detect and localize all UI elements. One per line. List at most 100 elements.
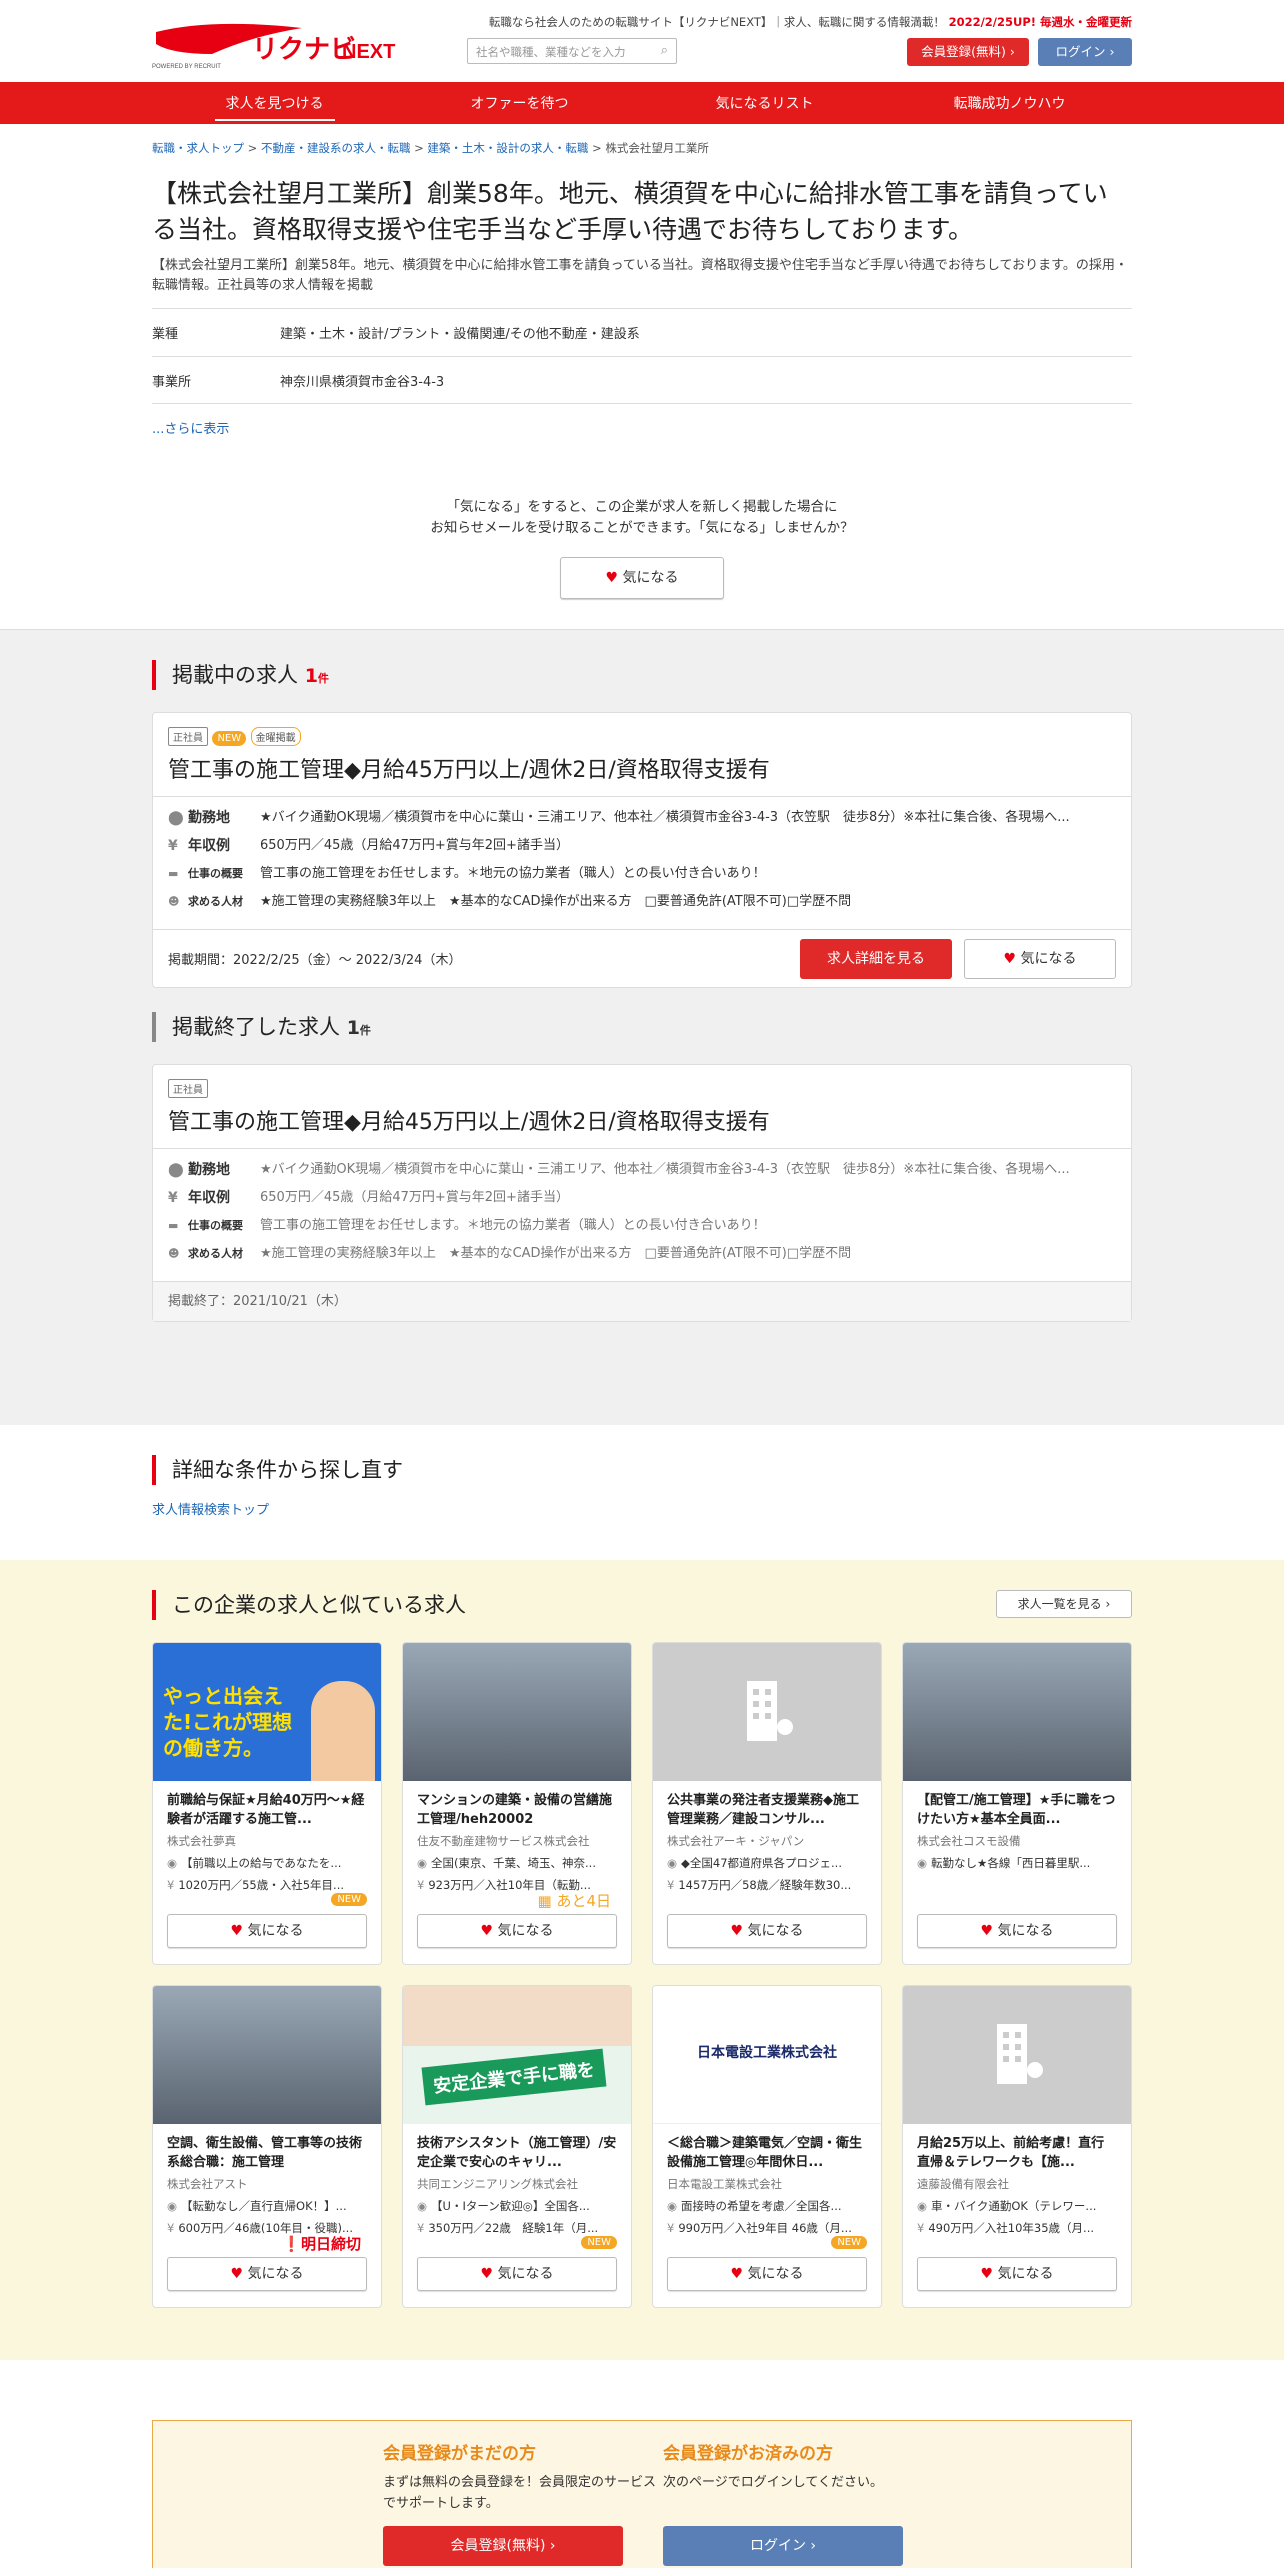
card-kininaru-button[interactable]: ♥ 気になる <box>917 2257 1117 2291</box>
days-left-text: あと4日 <box>556 1892 611 1910</box>
active-job-card[interactable]: 正社員 NEW 金曜掲載 管工事の施工管理◆月給45万円以上/週休2日/資格取得… <box>152 712 1132 988</box>
similar-job-card[interactable]: 公共事業の発注者支援業務◆施工管理業務／建設コンサル... 株式会社アーキ・ジャパ… <box>652 1642 882 1965</box>
card-kininaru-button[interactable]: ♥ 気になる <box>417 1914 617 1948</box>
search-input[interactable]: 社名や職種、業種などを入力 ⌕ <box>467 38 677 64</box>
similar-jobs-section: この企業の求人と似ている求人 求人一覧を見る › やっと出会えた!これが理想の働… <box>0 1560 1284 2360</box>
company-photo <box>153 1986 381 2124</box>
breadcrumb-construction[interactable]: 建築・土木・設計の求人・転職 <box>427 141 588 155</box>
job-listings-section: 掲載中の求人 1件 正社員 NEW 金曜掲載 管工事の施工管理◆月給45万円以上… <box>0 629 1284 1425</box>
card-kininaru-button[interactable]: ♥ 気になる <box>917 1914 1117 1948</box>
unregistered-title: 会員登録がまだの方 <box>383 2444 536 2464</box>
ad-image-text: 安定企業で手に職を <box>421 2048 607 2106</box>
show-more-link[interactable]: ...さらに表示 <box>152 418 1132 437</box>
search-top-link[interactable]: 求人情報検索トップ <box>152 1499 1132 1518</box>
similar-job-card[interactable]: 安定企業で手に職を 技術アシスタント（施工管理）/安定企業で安心のキャリ... 共同… <box>402 1985 632 2308</box>
nav-kininaru-list[interactable]: 気になるリスト <box>642 93 887 113</box>
yen-icon: ¥ <box>417 1878 425 1892</box>
card-fav-label: 気になる <box>247 2266 304 2282</box>
nav-offers[interactable]: オファーを待つ <box>397 93 642 113</box>
svg-text:NEXT: NEXT <box>342 41 395 63</box>
page-title: 【株式会社望月工業所】創業58年。地元、横須賀を中心に給排水管工事を請負っている… <box>152 179 1108 244</box>
card-title[interactable]: マンションの建築・設備の営繕施工管理/heh20002 <box>417 1791 617 1829</box>
breadcrumb: 転職・求人トップ > 不動産・建設系の求人・転職 > 建築・土木・設計の求人・転… <box>152 141 709 155</box>
card-location-text: 車・バイク通勤OK（テレワー... <box>931 2199 1097 2213</box>
posting-period: 掲載期間：2022/2/25（金）～ 2022/3/24（木） <box>168 953 462 968</box>
job-kininaru-button[interactable]: ♥ 気になる <box>964 938 1116 979</box>
location-icon: ⬤ <box>168 810 184 826</box>
alert-icon: ❗ <box>282 2235 301 2253</box>
job-list-button[interactable]: 求人一覧を見る › <box>996 1590 1132 1618</box>
loc-value: ★バイク通勤OK現場／横須賀市を中心に葉山・三浦エリア、他本社／横須賀市金谷3-… <box>260 810 1070 825</box>
loc-value: ★バイク通勤OK現場／横須賀市を中心に葉山・三浦エリア、他本社／横須賀市金谷3-… <box>260 1162 1070 1177</box>
ended-jobs-heading: 掲載終了した求人 1件 <box>152 1012 1132 1042</box>
search-icon[interactable]: ⌕ <box>661 43 668 58</box>
heart-icon: ♥ <box>480 2266 494 2282</box>
yen-icon: ¥ <box>667 2221 675 2235</box>
header: リクナビ NEXT POWERED BY RECRUIT 転職なら社会人のための… <box>0 0 1284 82</box>
card-kininaru-button[interactable]: ♥ 気になる <box>167 1914 367 1948</box>
new-tag: NEW <box>212 731 247 746</box>
card-title[interactable]: 月給25万以上、前給考慮！直行直帰＆テレワークも【施... <box>917 2134 1117 2172</box>
location-icon: ◉ <box>667 2199 678 2213</box>
card-company: 株式会社アーキ・ジャパン <box>667 1834 805 1848</box>
svg-text:リクナビ: リクナビ <box>252 34 356 64</box>
similar-job-card[interactable]: 【配管工/施工管理】★手に職をつけたい方★基本全員面... 株式会社コスモ設備 ◉ 転… <box>902 1642 1132 1965</box>
calendar-icon: ▦ <box>537 1892 552 1910</box>
ended-date: 掲載終了：2021/10/21（木） <box>153 1281 1131 1321</box>
building-placeholder-icon <box>653 1643 881 1781</box>
card-kininaru-button[interactable]: ♥ 気になる <box>167 2257 367 2291</box>
similar-job-card[interactable]: 月給25万以上、前給考慮！直行直帰＆テレワークも【施... 遠藤設備有限会社 ◉ 車・… <box>902 1985 1132 2308</box>
breadcrumb-realestate[interactable]: 不動産・建設系の求人・転職 <box>261 141 411 155</box>
card-fav-label: 気になる <box>747 1923 804 1939</box>
bottom-login-button[interactable]: ログイン › <box>663 2526 903 2566</box>
pay-value: 650万円／45歳（月給47万円+賞与年2回+諸手当） <box>260 838 569 853</box>
card-location: ◉ 全国(東京、千葉、埼玉、神奈... <box>417 1855 617 1871</box>
card-title[interactable]: 前職給与保証★月給40万円～★経験者が活躍する施工管... <box>167 1791 367 1829</box>
similar-job-card[interactable]: 空調、衛生設備、管工事等の技術系総合職：施工管理 株式会社アスト ◉ 【転勤なし／直行… <box>152 1985 382 2308</box>
bottom-register-button[interactable]: 会員登録(無料) › <box>383 2526 623 2566</box>
logo-image-text: 日本電設工業株式会社 <box>697 2045 837 2061</box>
deadline-text: 明日締切 <box>300 2235 361 2253</box>
card-title[interactable]: 空調、衛生設備、管工事等の技術系総合職：施工管理 <box>167 2134 367 2172</box>
job-detail-button[interactable]: 求人詳細を見る <box>800 938 952 979</box>
ended-job-card[interactable]: 正社員 管工事の施工管理◆月給45万円以上/週休2日/資格取得支援有 ⬤ 勤務地 ★… <box>152 1064 1132 1322</box>
kininaru-prompt: 「気になる」をすると、この企業が求人を新しく掲載した場合に お知らせメールを受け… <box>152 497 1132 539</box>
register-button[interactable]: 会員登録(無料) › <box>907 38 1029 66</box>
heart-icon: ♥ <box>730 1923 744 1939</box>
registered-title: 会員登録がお済みの方 <box>663 2444 833 2464</box>
login-button[interactable]: ログイン › <box>1038 38 1132 66</box>
card-kininaru-button[interactable]: ♥ 気になる <box>417 2257 617 2291</box>
fav-label: 気になる <box>1020 950 1077 967</box>
similar-heading: この企業の求人と似ている求人 <box>152 1590 1132 1620</box>
nav-find-jobs[interactable]: 求人を見つける <box>152 93 397 121</box>
company-photo <box>403 1643 631 1781</box>
card-title[interactable]: 技術アシスタント（施工管理）/安定企業で安心のキャリ... <box>417 2134 617 2172</box>
card-location: ◉ 【前職以上の給与であなたを... <box>167 1855 367 1871</box>
card-title[interactable]: 【配管工/施工管理】★手に職をつけたい方★基本全員面... <box>917 1791 1117 1829</box>
building-placeholder-icon <box>903 1986 1131 2124</box>
card-kininaru-button[interactable]: ♥ 気になる <box>667 2257 867 2291</box>
card-fav-label: 気になる <box>247 1923 304 1939</box>
loc-label: 勤務地 <box>188 1162 230 1178</box>
detail-heading: 詳細な条件から探し直す <box>152 1455 1132 1485</box>
card-title[interactable]: ＜総合職＞建築電気／空調・衛生設備施工管理◎年間休日... <box>667 2134 867 2172</box>
location-icon: ◉ <box>167 2199 178 2213</box>
job-label: 仕事の概要 <box>188 867 243 880</box>
card-fav-label: 気になる <box>747 2266 804 2282</box>
kininaru-button[interactable]: ♥ 気になる <box>560 557 724 599</box>
breadcrumb-top[interactable]: 転職・求人トップ <box>152 141 244 155</box>
job-title[interactable]: 管工事の施工管理◆月給45万円以上/週休2日/資格取得支援有 <box>168 752 1116 796</box>
job-title[interactable]: 管工事の施工管理◆月給45万円以上/週休2日/資格取得支援有 <box>168 1104 1116 1148</box>
similar-job-card[interactable]: 日本電設工業株式会社 ＜総合職＞建築電気／空調・衛生設備施工管理◎年間休日... 日… <box>652 1985 882 2308</box>
location-icon: ◉ <box>417 2199 428 2213</box>
req-label: 求める人材 <box>188 895 243 908</box>
similar-job-card[interactable]: やっと出会えた!これが理想の働き方。 前職給与保証★月給40万円～★経験者が活躍す… <box>152 1642 382 1965</box>
similar-job-card[interactable]: マンションの建築・設備の営繕施工管理/heh20002 住友不動産建物サービス株式… <box>402 1642 632 1965</box>
card-title[interactable]: 公共事業の発注者支援業務◆施工管理業務／建設コンサル... <box>667 1791 867 1829</box>
card-company: 日本電設工業株式会社 <box>667 2177 782 2191</box>
card-kininaru-button[interactable]: ♥ 気になる <box>667 1914 867 1948</box>
logo[interactable]: リクナビ NEXT POWERED BY RECRUIT <box>152 14 397 70</box>
card-company: 株式会社夢真 <box>167 1834 236 1848</box>
nav-knowhow[interactable]: 転職成功ノウハウ <box>887 93 1132 113</box>
card-location-text: 【U・Iターン歓迎◎】全国各... <box>431 2199 590 2213</box>
